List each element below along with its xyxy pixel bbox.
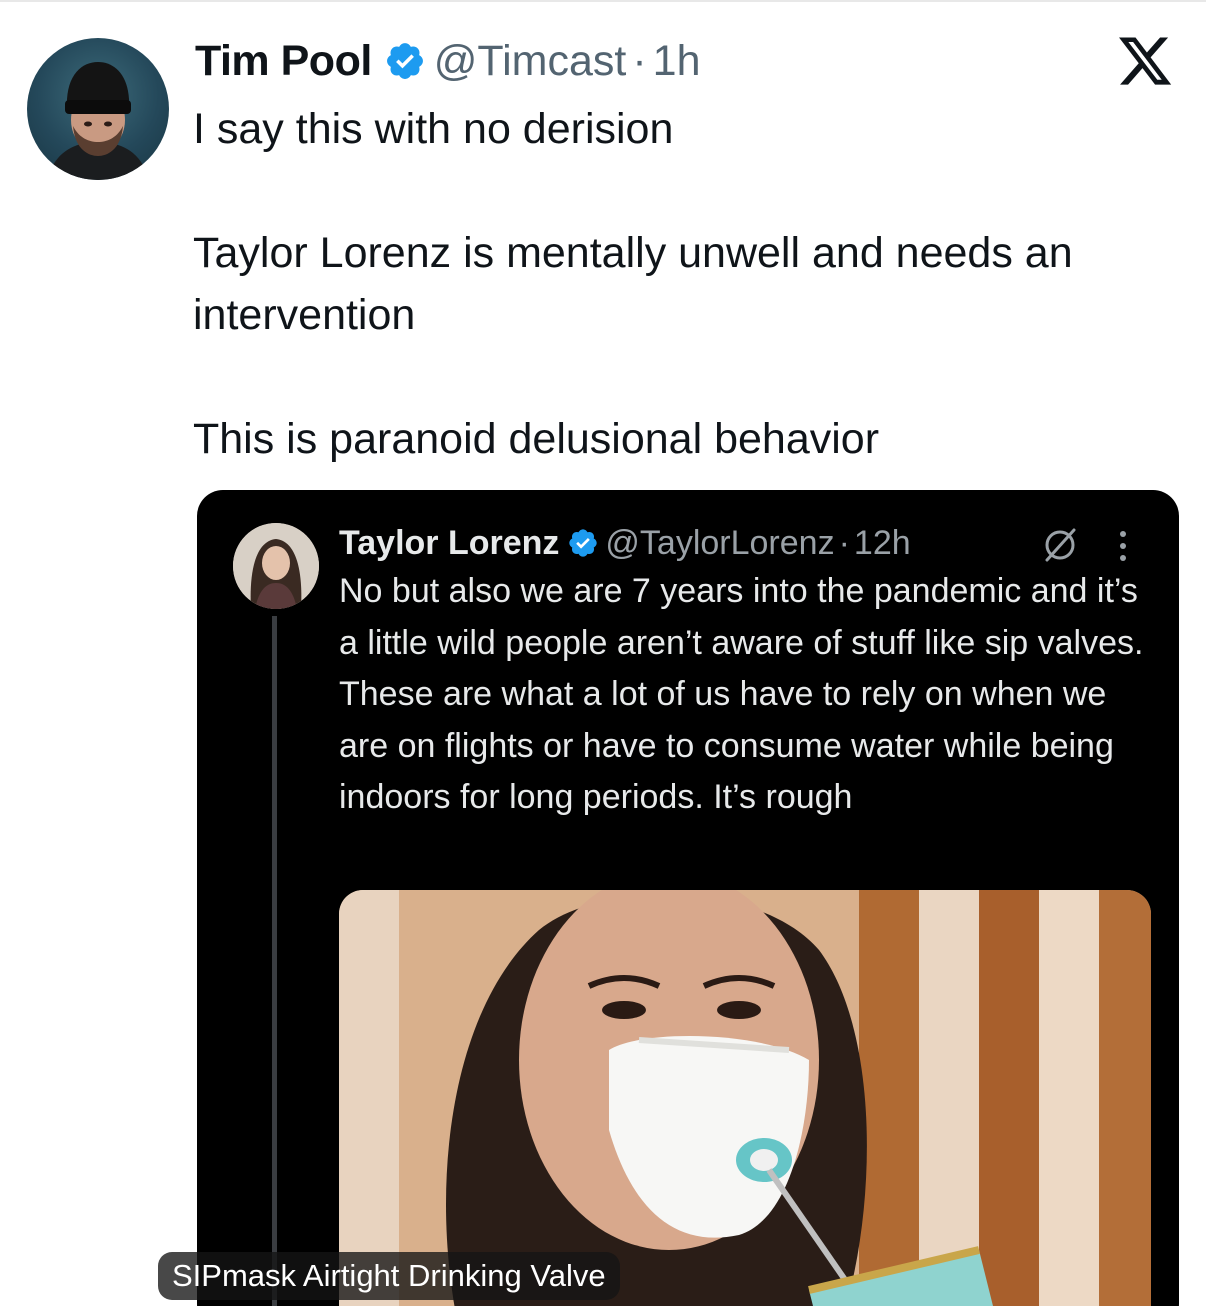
quoted-avatar-image — [233, 523, 319, 609]
top-divider — [0, 0, 1206, 2]
author-handle[interactable]: @Timcast — [434, 37, 627, 86]
quoted-tweet-time: 12h — [853, 523, 911, 562]
tweet-header: Tim Pool @Timcast · 1h — [195, 32, 701, 90]
quoted-separator-dot: · — [838, 523, 850, 562]
tweet-body: I say this with no derision Taylor Loren… — [193, 98, 1183, 470]
author-name[interactable]: Tim Pool — [195, 37, 372, 86]
grok-icon — [1041, 526, 1079, 564]
author-avatar[interactable] — [27, 38, 169, 180]
thread-line — [272, 616, 277, 1306]
media-caption: SIPmask Airtight Drinking Valve — [158, 1252, 620, 1300]
quoted-author-avatar — [233, 523, 319, 609]
more-options-icon — [1113, 528, 1133, 564]
verified-badge-icon — [567, 527, 599, 559]
separator-dot: · — [632, 36, 647, 85]
quoted-author-handle: @TaylorLorenz — [605, 523, 835, 562]
quoted-media-image — [339, 890, 1151, 1306]
author-avatar-image — [47, 62, 149, 180]
tweet-time[interactable]: 1h — [653, 37, 701, 86]
quoted-tweet-text: No but also we are 7 years into the pand… — [339, 572, 1144, 816]
tweet-text-line-2: Taylor Lorenz is mentally unwell and nee… — [193, 229, 1073, 339]
tweet-text-line-3: This is paranoid delusional behavior — [193, 415, 880, 463]
quoted-author-name: Taylor Lorenz — [339, 523, 560, 562]
verified-badge-icon — [384, 40, 426, 82]
quoted-tweet-header: Taylor Lorenz @TaylorLorenz · 12h — [339, 520, 911, 566]
mask-photo — [339, 890, 1151, 1306]
embedded-tweet-screenshot[interactable]: Taylor Lorenz @TaylorLorenz · 12h No but… — [197, 490, 1179, 1306]
tweet-text-line-1: I say this with no derision — [193, 105, 674, 153]
x-logo-icon[interactable] — [1116, 32, 1174, 90]
